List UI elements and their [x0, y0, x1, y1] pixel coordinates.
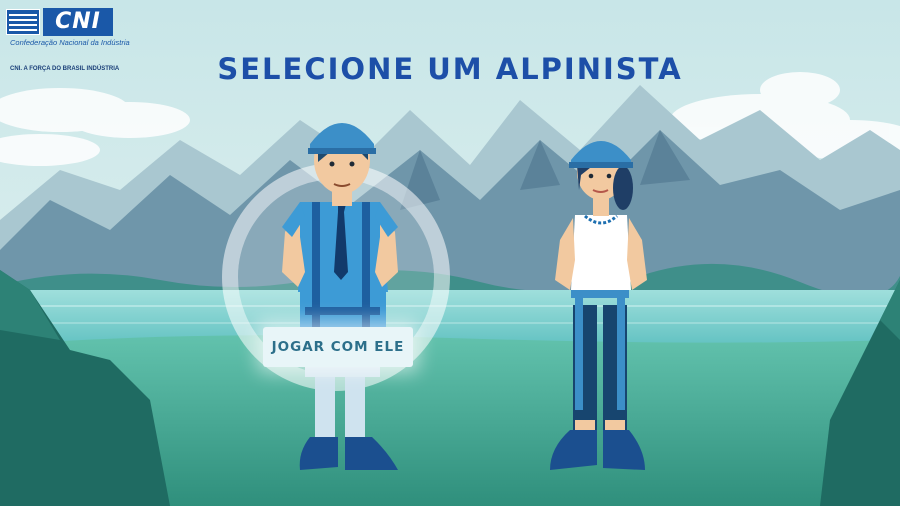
- page-title: SELECIONE UM ALPINISTA: [217, 52, 683, 86]
- logo-subtitle: Confederação Nacional da Indústria: [10, 38, 130, 47]
- cni-logo-mark: CNI: [43, 8, 113, 36]
- female-climber[interactable]: [545, 130, 675, 480]
- partner-logo-icon: [6, 9, 40, 35]
- male-climber[interactable]: [270, 112, 420, 477]
- play-as-him-button[interactable]: JOGAR COM ELE: [263, 327, 413, 367]
